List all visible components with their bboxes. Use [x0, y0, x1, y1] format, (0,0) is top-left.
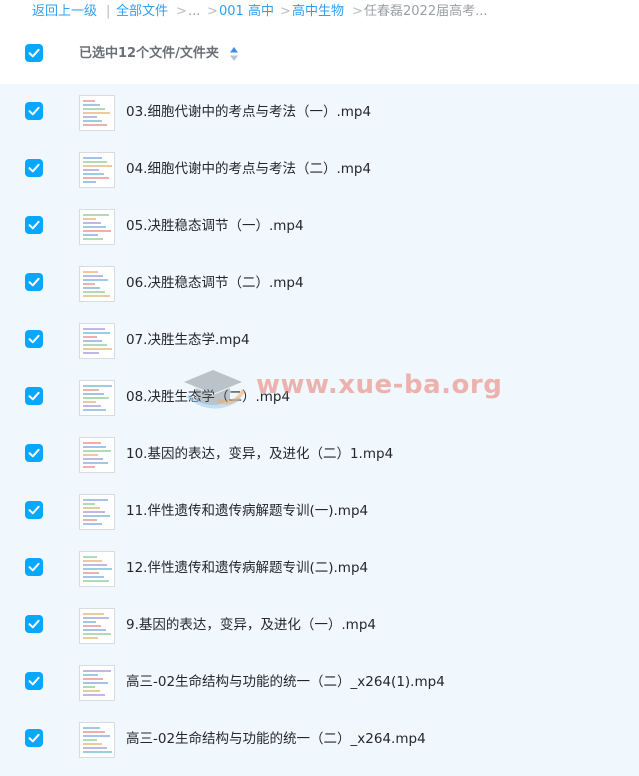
- file-checkbox[interactable]: [25, 615, 43, 633]
- file-checkbox[interactable]: [25, 501, 43, 519]
- file-name[interactable]: 07.决胜生态学.mp4: [126, 330, 250, 350]
- check-icon: [28, 220, 40, 230]
- check-icon: [28, 163, 40, 173]
- file-row[interactable]: 07.决胜生态学.mp4: [0, 312, 639, 369]
- video-thumbnail: [79, 608, 115, 644]
- file-list: 03.细胞代谢中的考点与考法（一）.mp4 04.细胞代谢中的考点与考法（二）.m…: [0, 84, 639, 776]
- breadcrumb-level2[interactable]: 高中生物: [292, 0, 344, 24]
- check-icon: [28, 48, 40, 58]
- breadcrumb-separator: >: [352, 4, 363, 19]
- video-thumbnail: [79, 95, 115, 131]
- video-thumbnail: [79, 665, 115, 701]
- breadcrumb-separator: >: [280, 4, 291, 19]
- breadcrumb-current: 任春磊2022届高考...: [364, 4, 488, 19]
- file-checkbox[interactable]: [25, 102, 43, 120]
- file-checkbox[interactable]: [25, 330, 43, 348]
- video-thumbnail: [79, 437, 115, 473]
- file-checkbox[interactable]: [25, 444, 43, 462]
- check-icon: [28, 106, 40, 116]
- file-checkbox[interactable]: [25, 387, 43, 405]
- video-thumbnail: [79, 266, 115, 302]
- video-thumbnail: [79, 152, 115, 188]
- breadcrumb-separator: >: [207, 4, 218, 19]
- selection-count: 已选中12个文件/文件夹: [79, 46, 219, 61]
- check-icon: [28, 277, 40, 287]
- check-icon: [28, 505, 40, 515]
- file-name[interactable]: 04.细胞代谢中的考点与考法（二）.mp4: [126, 159, 371, 179]
- check-icon: [28, 334, 40, 344]
- breadcrumb-separator: >: [176, 4, 187, 19]
- file-row[interactable]: 05.决胜稳态调节（一）.mp4: [0, 198, 639, 255]
- file-name[interactable]: 03.细胞代谢中的考点与考法（一）.mp4: [126, 102, 371, 122]
- file-name[interactable]: 12.伴性遗传和遗传病解题专训(二).mp4: [126, 558, 368, 578]
- check-icon: [28, 391, 40, 401]
- file-row[interactable]: 04.细胞代谢中的考点与考法（二）.mp4: [0, 141, 639, 198]
- file-name[interactable]: 10.基因的表达，变异，及进化（二）1.mp4: [126, 444, 393, 464]
- file-row[interactable]: 03.细胞代谢中的考点与考法（一）.mp4: [0, 84, 639, 141]
- breadcrumb-all-files[interactable]: 全部文件: [116, 0, 168, 24]
- check-icon: [28, 619, 40, 629]
- sort-icon[interactable]: [229, 46, 239, 62]
- file-row[interactable]: 9.基因的表达，变异，及进化（一）.mp4: [0, 597, 639, 654]
- video-thumbnail: [79, 323, 115, 359]
- video-thumbnail: [79, 209, 115, 245]
- breadcrumb-ellipsis[interactable]: ...: [188, 0, 200, 24]
- file-name[interactable]: 05.决胜稳态调节（一）.mp4: [126, 216, 304, 236]
- file-name[interactable]: 11.伴性遗传和遗传病解题专训(一).mp4: [126, 501, 368, 521]
- select-all-checkbox[interactable]: [25, 44, 43, 62]
- file-name[interactable]: 08.决胜生态学（二）.mp4: [126, 387, 290, 407]
- file-checkbox[interactable]: [25, 729, 43, 747]
- file-name[interactable]: 高三-02生命结构与功能的统一（二）_x264(1).mp4: [126, 672, 445, 692]
- file-name[interactable]: 06.决胜稳态调节（二）.mp4: [126, 273, 304, 293]
- file-row[interactable]: 12.伴性遗传和遗传病解题专训(二).mp4: [0, 540, 639, 597]
- file-name[interactable]: 高三-02生命结构与功能的统一（二）_x264.mp4: [126, 729, 426, 749]
- file-checkbox[interactable]: [25, 672, 43, 690]
- check-icon: [28, 676, 40, 686]
- file-checkbox[interactable]: [25, 273, 43, 291]
- breadcrumb-level1[interactable]: 001 高中: [219, 0, 274, 24]
- file-name[interactable]: 9.基因的表达，变异，及进化（一）.mp4: [126, 615, 376, 635]
- file-row[interactable]: 高三-02生命结构与功能的统一（二）_x264.mp4: [0, 711, 639, 768]
- file-row[interactable]: 08.决胜生态学（二）.mp4: [0, 369, 639, 426]
- file-checkbox[interactable]: [25, 558, 43, 576]
- file-checkbox[interactable]: [25, 159, 43, 177]
- check-icon: [28, 562, 40, 572]
- check-icon: [28, 448, 40, 458]
- video-thumbnail: [79, 551, 115, 587]
- file-row[interactable]: 06.决胜稳态调节（二）.mp4: [0, 255, 639, 312]
- video-thumbnail: [79, 722, 115, 758]
- breadcrumb-separator: |: [106, 4, 111, 19]
- video-thumbnail: [79, 380, 115, 416]
- video-thumbnail: [79, 494, 115, 530]
- file-checkbox[interactable]: [25, 216, 43, 234]
- check-icon: [28, 733, 40, 743]
- file-row[interactable]: 11.伴性遗传和遗传病解题专训(一).mp4: [0, 483, 639, 540]
- back-link[interactable]: 返回上一级: [32, 0, 97, 24]
- list-header: 已选中12个文件/文件夹: [0, 30, 639, 78]
- file-row[interactable]: 10.基因的表达，变异，及进化（二）1.mp4: [0, 426, 639, 483]
- file-row[interactable]: 高三-02生命结构与功能的统一（二）_x264(1).mp4: [0, 654, 639, 711]
- breadcrumb: 返回上一级 | 全部文件 > ... > 001 高中 > 高中生物 > 任春磊…: [0, 0, 639, 24]
